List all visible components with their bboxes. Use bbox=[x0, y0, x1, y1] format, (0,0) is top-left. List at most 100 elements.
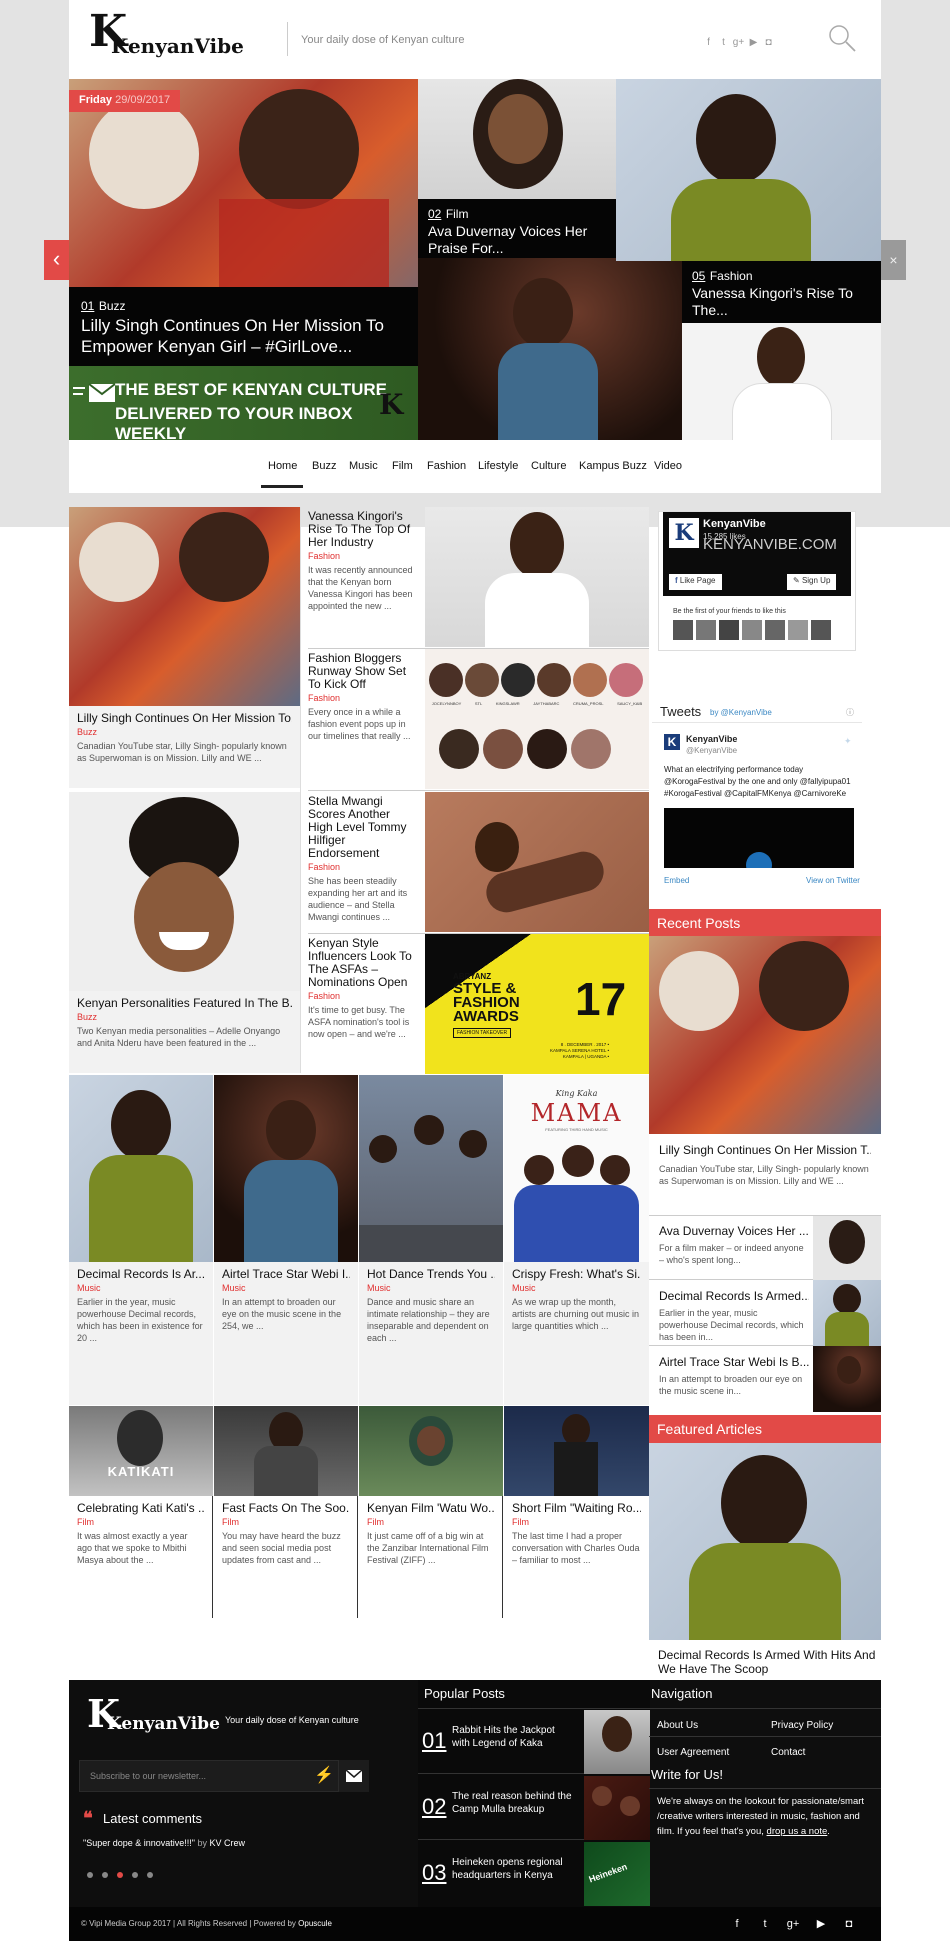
recent-item-2[interactable]: Decimal Records Is Armed... Earlier in t… bbox=[649, 1280, 881, 1346]
face-shape bbox=[266, 1100, 316, 1160]
recent-item-3[interactable]: Airtel Trace Star Webi Is B... In an att… bbox=[649, 1346, 881, 1412]
nav-home[interactable]: Home bbox=[268, 460, 297, 472]
view-on-twitter-link[interactable]: View on Twitter bbox=[806, 876, 860, 885]
floor-shape bbox=[359, 1225, 503, 1262]
latest-comment[interactable]: "Super dope & innovative!!!" by KV Crew bbox=[83, 1838, 245, 1848]
figure-shape bbox=[659, 951, 739, 1031]
slide-image-fashion-top[interactable] bbox=[616, 79, 881, 261]
nav-video[interactable]: Video bbox=[654, 460, 682, 472]
facebook-icon[interactable]: f bbox=[701, 37, 716, 48]
film-card-2[interactable]: Fast Facts On The Soo... Film You may ha… bbox=[214, 1406, 358, 1618]
google-plus-icon[interactable]: g+ bbox=[779, 1918, 807, 1930]
music-card-3[interactable]: Hot Dance Trends You ... Music Dance and… bbox=[359, 1075, 503, 1405]
play-icon[interactable] bbox=[746, 852, 772, 868]
card-image bbox=[359, 1075, 503, 1262]
music-card-1[interactable]: Decimal Records Is Ar... Music Earlier i… bbox=[69, 1075, 213, 1405]
twitter-icon[interactable]: t bbox=[751, 1918, 779, 1930]
slide-caption-2[interactable]: 02 Film Ava Duvernay Voices Her Praise F… bbox=[418, 199, 616, 258]
instagram-icon[interactable]: ◘ bbox=[761, 37, 776, 48]
drop-us-a-note-link[interactable]: drop us a note bbox=[767, 1826, 828, 1837]
footer-link-about[interactable]: About Us bbox=[657, 1720, 698, 1731]
slide-caption-1[interactable]: 01 Buzz Lilly Singh Continues On Her Mis… bbox=[69, 287, 418, 366]
recent-main-body[interactable]: Lilly Singh Continues On Her Mission T..… bbox=[649, 1134, 881, 1216]
list-post-2[interactable]: Fashion Bloggers Runway Show Set To Kick… bbox=[308, 652, 418, 790]
slide-caption-3[interactable]: 05 Fashion Vanessa Kingori's Rise To The… bbox=[682, 261, 881, 323]
slide-image-music[interactable] bbox=[418, 258, 682, 440]
tweet-video[interactable] bbox=[664, 808, 854, 868]
tweets-by[interactable]: by @KenyanVibe bbox=[710, 708, 772, 717]
popular-post-3[interactable]: 03 Heineken opens regional headquarters … bbox=[418, 1842, 650, 1906]
footer-link-privacy[interactable]: Privacy Policy bbox=[771, 1720, 833, 1731]
nav-lifestyle[interactable]: Lifestyle bbox=[478, 460, 518, 472]
facebook-widget[interactable]: K KenyanVibe 15,285 likes KENYANVIBE.COM… bbox=[658, 511, 856, 651]
popular-post-1[interactable]: 01 Rabbit Hits the Jackpot with Legend o… bbox=[418, 1710, 650, 1774]
popular-post-2[interactable]: 02 The real reason behind the Camp Mulla… bbox=[418, 1776, 650, 1840]
info-icon[interactable]: ⓘ bbox=[846, 707, 854, 718]
film-card-4[interactable]: Short Film "Waiting Ro... Film The last … bbox=[504, 1406, 649, 1618]
recent-main-image[interactable] bbox=[649, 936, 881, 1134]
list-post-4[interactable]: Kenyan Style Influencers Look To The ASF… bbox=[308, 937, 418, 1075]
film-card-3[interactable]: Kenyan Film 'Watu Wo... Film It just cam… bbox=[359, 1406, 503, 1618]
heineken-label: Heineken bbox=[587, 1861, 629, 1885]
list-post-2-image[interactable]: JOCELYNNBOY STL KINGSLAWR JAYTHABARC CRUMA_P… bbox=[425, 649, 649, 789]
nav-culture[interactable]: Culture bbox=[531, 460, 566, 472]
music-card-4[interactable]: King Kaka MAMA FEATURING THIRD HAND MUSI… bbox=[504, 1075, 649, 1405]
nav-buzz[interactable]: Buzz bbox=[312, 460, 336, 472]
twitter-icon[interactable]: t bbox=[716, 37, 731, 48]
music-card-2[interactable]: Airtel Trace Star Webi I... Music In an … bbox=[214, 1075, 358, 1405]
featured-card-2[interactable]: Kenyan Personalities Featured In The B..… bbox=[69, 792, 300, 1073]
footer-link-user-agreement[interactable]: User Agreement bbox=[657, 1747, 729, 1758]
pager-dot-active[interactable] bbox=[117, 1872, 123, 1878]
mama-title: MAMA bbox=[530, 1099, 623, 1127]
nav-kampus-buzz[interactable]: Kampus Buzz bbox=[579, 460, 647, 472]
facebook-icon[interactable]: f bbox=[723, 1918, 751, 1930]
blogger-avatar bbox=[501, 663, 535, 697]
footer-logo[interactable]: K KenyanVibe bbox=[87, 1694, 220, 1738]
newsletter-banner[interactable]: THE BEST OF KENYAN CULTURE DELIVERED TO … bbox=[69, 366, 418, 440]
card-image bbox=[359, 1406, 503, 1496]
blogger-avatar bbox=[483, 729, 523, 769]
face-shape bbox=[111, 1090, 171, 1160]
nav-music[interactable]: Music bbox=[349, 460, 378, 472]
instagram-icon[interactable]: ◘ bbox=[835, 1918, 863, 1930]
newsletter-submit-button[interactable] bbox=[339, 1760, 369, 1792]
pager-dot[interactable] bbox=[102, 1872, 108, 1878]
film-card-1[interactable]: KATIKATI Celebrating Kati Kati's ... Fil… bbox=[69, 1406, 213, 1618]
powered-by-link[interactable]: Opuscule bbox=[298, 1919, 332, 1928]
card-body: Airtel Trace Star Webi I... Music In an … bbox=[214, 1262, 358, 1405]
featured-card-1[interactable]: Lilly Singh Continues On Her Mission To.… bbox=[69, 507, 300, 788]
list-post-3[interactable]: Stella Mwangi Scores Another High Level … bbox=[308, 795, 418, 933]
recent-item-1[interactable]: Ava Duvernay Voices Her ... For a film m… bbox=[649, 1216, 881, 1280]
featured-article-image[interactable] bbox=[649, 1443, 881, 1640]
fb-signup-button[interactable]: ✎ Sign Up bbox=[787, 574, 837, 590]
youtube-icon[interactable]: ▶ bbox=[807, 1917, 835, 1930]
slide-image-fashion-bottom[interactable] bbox=[682, 323, 881, 440]
google-plus-icon[interactable]: g+ bbox=[731, 37, 746, 48]
pager-dot[interactable] bbox=[87, 1872, 93, 1878]
card-excerpt: Earlier in the year, music powerhouse De… bbox=[77, 1297, 203, 1343]
pager-dot[interactable] bbox=[132, 1872, 138, 1878]
list-post-3-image[interactable] bbox=[425, 792, 649, 932]
card-image bbox=[504, 1406, 649, 1496]
nav-active-indicator bbox=[261, 485, 303, 488]
slider-close-button[interactable]: × bbox=[881, 240, 906, 280]
nav-film[interactable]: Film bbox=[392, 460, 413, 472]
tweet-name: KenyanVibe bbox=[686, 734, 738, 744]
list-post-4-image[interactable]: ABRYANZ STYLE & FASHION AWARDS FASHION T… bbox=[425, 934, 649, 1074]
nav-fashion[interactable]: Fashion bbox=[427, 460, 466, 472]
twitter-widget[interactable]: Tweets by @KenyanVibe ⓘ K KenyanVibe @Ke… bbox=[652, 700, 862, 890]
lightning-icon: ⚡ bbox=[314, 1767, 334, 1784]
search-icon[interactable] bbox=[827, 23, 857, 53]
youtube-icon[interactable]: ▶ bbox=[746, 37, 761, 48]
footer-link-contact[interactable]: Contact bbox=[771, 1747, 805, 1758]
featured-article-title[interactable]: Decimal Records Is Armed With Hits And W… bbox=[658, 1648, 876, 1676]
tweet-embed-link[interactable]: Embed bbox=[664, 876, 689, 885]
list-post-1[interactable]: Vanessa Kingori's Rise To The Top Of Her… bbox=[308, 510, 418, 648]
newsletter-field[interactable]: Subscribe to our newsletter... ⚡ bbox=[79, 1760, 339, 1792]
site-logo[interactable]: K KenyanVibe bbox=[89, 10, 244, 62]
pager-dot[interactable] bbox=[147, 1872, 153, 1878]
slider-prev-button[interactable]: ‹ bbox=[44, 240, 69, 280]
fb-like-button[interactable]: f Like Page bbox=[669, 574, 722, 590]
list-post-1-image[interactable] bbox=[425, 507, 649, 647]
copyright: © Vipi Media Group 2017 | All Rights Res… bbox=[81, 1919, 296, 1928]
